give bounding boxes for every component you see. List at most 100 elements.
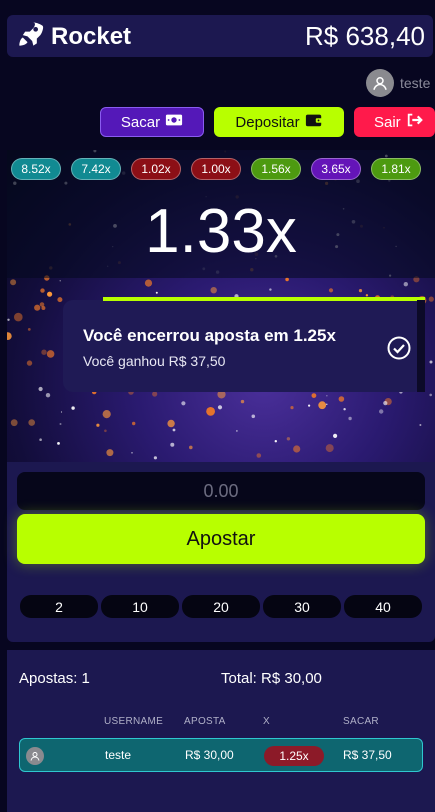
quick-amount-button[interactable]: 30	[263, 595, 341, 618]
ember-particle	[311, 393, 317, 398]
star-particle	[403, 282, 408, 287]
ember-particle	[27, 328, 31, 331]
quick-amounts: 2 10 20 30 40	[20, 595, 422, 618]
history-chip: 7.42x	[71, 158, 121, 180]
star-particle	[59, 280, 61, 282]
star-particle	[60, 411, 63, 413]
toast-edge	[417, 300, 425, 392]
user-menu[interactable]: teste	[366, 69, 430, 97]
star-particle	[45, 393, 51, 398]
ember-particle	[286, 437, 291, 441]
table-row: teste R$ 30,00 1.25x R$ 37,50	[19, 738, 423, 772]
user-icon	[373, 77, 387, 90]
ember-particle	[39, 302, 45, 307]
quick-amount-button[interactable]: 2	[20, 595, 98, 618]
star-particle	[308, 404, 311, 407]
star-particle	[38, 386, 43, 392]
star-particle	[429, 393, 433, 397]
balance-display: R$ 638,40	[305, 21, 425, 51]
ember-particle	[256, 453, 262, 458]
brand[interactable]: Rocket	[17, 20, 131, 53]
history-chip: 1.02x	[131, 158, 181, 180]
ember-particle	[206, 407, 216, 416]
column-header-username: USERNAME	[104, 716, 164, 727]
star-particle	[71, 406, 75, 410]
logout-label: Sair	[374, 113, 401, 131]
star-particle	[383, 401, 388, 406]
quick-amount-button[interactable]: 40	[344, 595, 422, 618]
app-header: Rocket R$ 638,40	[7, 15, 433, 57]
column-header-sacar: SACAR	[343, 716, 379, 727]
ember-particle	[10, 279, 17, 286]
history-chip: 1.00x	[191, 158, 241, 180]
star-particle	[326, 403, 328, 405]
ember-particle	[358, 289, 363, 293]
brand-name: Rocket	[51, 22, 132, 50]
ember-particle	[14, 312, 23, 322]
star-particle	[155, 291, 158, 294]
ember-particle	[41, 349, 47, 355]
quick-amount-button[interactable]: 10	[101, 595, 179, 618]
ember-particle	[34, 304, 41, 311]
avatar	[366, 69, 394, 97]
star-particle	[181, 401, 186, 406]
sign-out-icon	[406, 112, 424, 132]
column-header-aposta: APOSTA	[184, 716, 226, 727]
ember-particle	[318, 401, 327, 410]
star-particle	[379, 409, 384, 414]
ember-particle	[57, 297, 63, 303]
ember-particle	[102, 410, 111, 419]
bets-count: Apostas: 1	[19, 670, 90, 687]
withdraw-label: Sacar	[120, 113, 161, 131]
place-bet-button[interactable]: Apostar	[17, 514, 425, 564]
star-particle	[153, 456, 157, 460]
star-particle	[39, 438, 42, 442]
ember-particle	[152, 391, 158, 397]
star-particle	[333, 433, 338, 438]
wallet-icon	[305, 112, 323, 132]
star-particle	[274, 440, 277, 443]
check-circle-icon	[387, 336, 411, 360]
row-multiplier-badge: 1.25x	[264, 746, 324, 766]
ember-particle	[132, 421, 136, 426]
ember-particle	[28, 419, 35, 426]
star-particle	[326, 395, 328, 397]
ember-particle	[189, 445, 193, 450]
ember-particle	[40, 288, 45, 293]
ember-particle	[325, 444, 334, 453]
ember-particle	[328, 288, 334, 293]
star-particle	[269, 288, 272, 291]
ember-particle	[428, 296, 434, 302]
star-particle	[7, 318, 10, 321]
username-label: teste	[400, 75, 431, 91]
history-chip: 1.56x	[251, 158, 301, 180]
multiplier-history: 8.52x 7.42x 1.02x 1.00x 1.56x 3.65x 1.81…	[7, 158, 435, 180]
bets-table: Apostas: 1 Total: R$ 30,00 USERNAME APOS…	[7, 650, 435, 812]
quick-amount-button[interactable]: 20	[182, 595, 260, 618]
logout-button[interactable]: Sair	[354, 107, 435, 137]
star-particle	[59, 423, 62, 425]
ember-particle	[7, 332, 12, 340]
row-username: teste	[105, 748, 132, 762]
star-particle	[57, 442, 60, 445]
ember-particle	[240, 399, 245, 404]
star-particle	[131, 452, 133, 454]
row-aposta: R$ 30,00	[185, 748, 234, 762]
star-particle	[343, 408, 346, 411]
toast-title: Você encerrou aposta em 1.25x	[83, 326, 336, 345]
history-chip: 1.81x	[371, 158, 421, 180]
ember-particle	[47, 291, 53, 297]
star-particle	[348, 416, 352, 421]
avatar	[26, 747, 44, 765]
bet-amount-input[interactable]	[17, 472, 425, 510]
star-particle	[217, 405, 223, 410]
deposit-label: Depositar	[235, 113, 300, 131]
star-particle	[170, 442, 175, 447]
deposit-button[interactable]: Depositar	[214, 107, 344, 137]
star-particle	[251, 414, 256, 419]
column-header-x: X	[263, 716, 270, 727]
star-particle	[419, 424, 422, 426]
withdraw-button[interactable]: Sacar	[100, 107, 204, 137]
ember-particle	[104, 429, 107, 433]
current-multiplier: 1.33x	[145, 197, 297, 266]
